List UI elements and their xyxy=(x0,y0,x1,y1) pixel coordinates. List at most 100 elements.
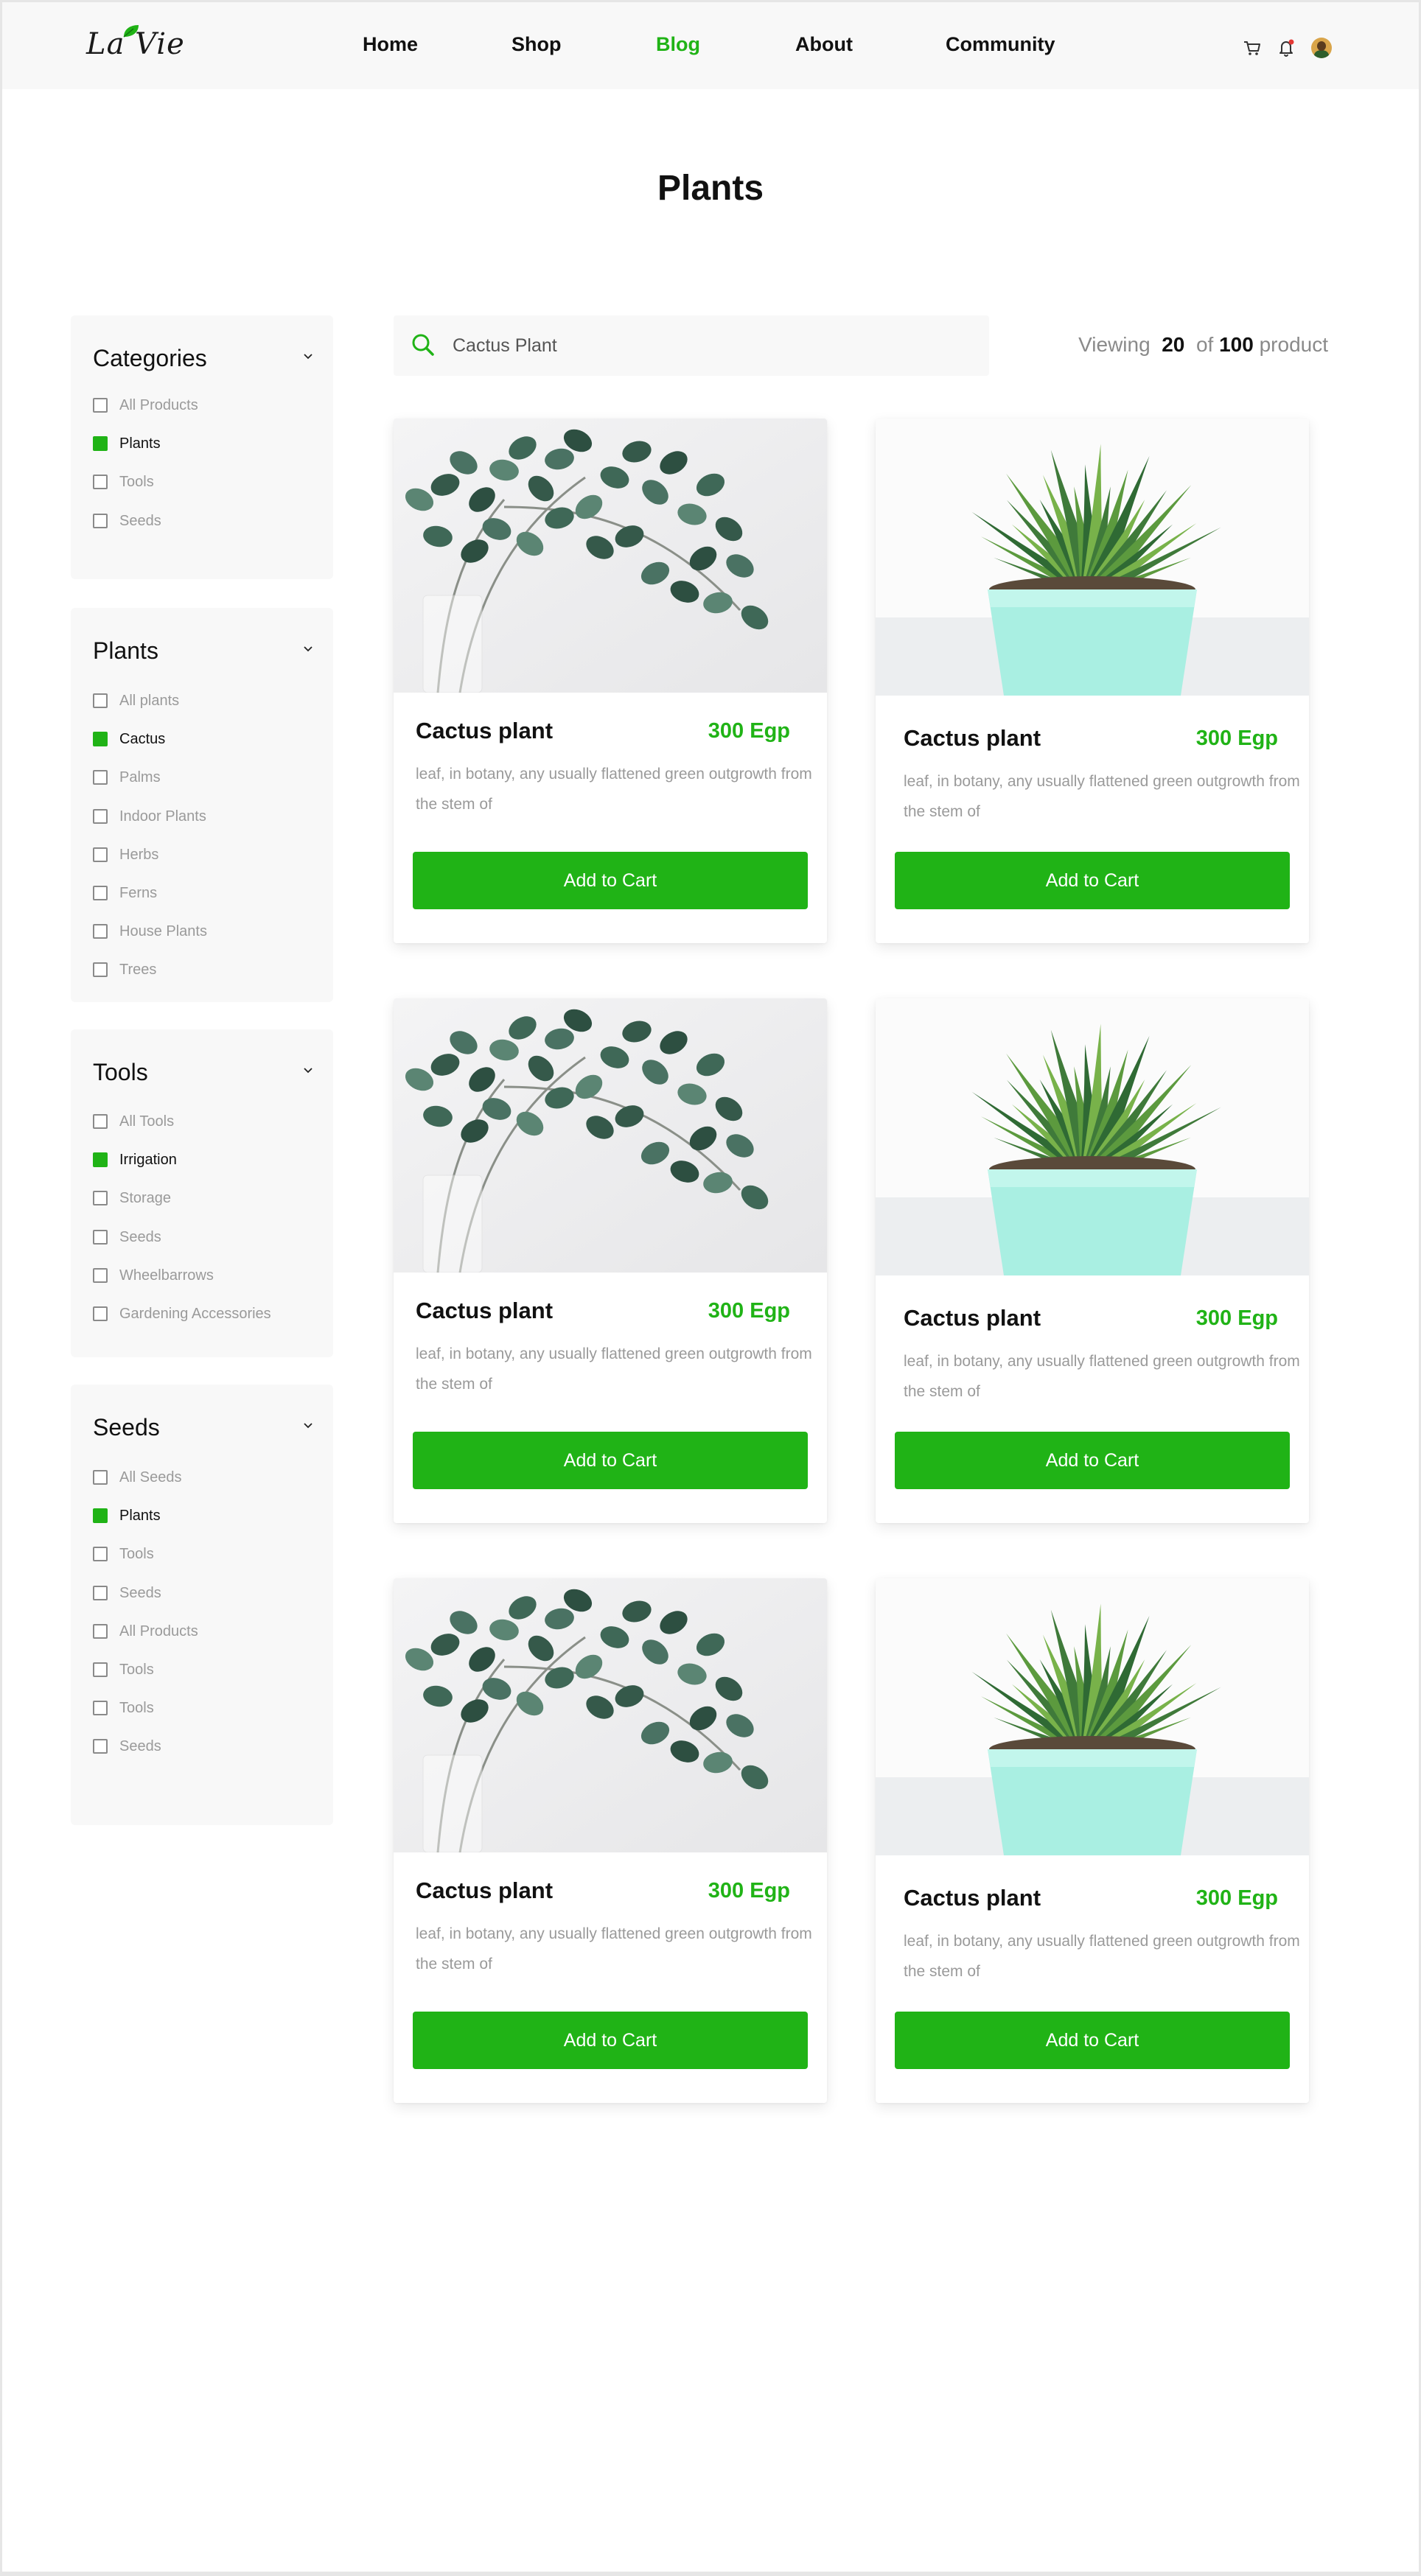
checkbox[interactable] xyxy=(93,1470,108,1485)
product-price: 300 Egp xyxy=(708,1299,790,1323)
product-card[interactable]: Cactus plant 300 Egp leaf, in botany, an… xyxy=(876,419,1309,943)
filter-option-label: Seeds xyxy=(119,1229,161,1245)
nav-shop[interactable]: Shop xyxy=(512,33,562,56)
product-description: leaf, in botany, any usually flattened g… xyxy=(904,1353,1300,1400)
product-name[interactable]: Cactus plant xyxy=(904,1885,1041,1911)
product-description: leaf, in botany, any usually flattened g… xyxy=(416,766,812,813)
filter-option-label: Herbs xyxy=(119,847,159,863)
filter-option-label: All Products xyxy=(119,397,198,413)
checkbox[interactable] xyxy=(93,1114,108,1129)
filter-option-label: Gardening Accessories xyxy=(119,1306,271,1322)
chevron-down-icon[interactable] xyxy=(302,1065,314,1077)
product-name[interactable]: Cactus plant xyxy=(416,1877,553,1904)
nav-community[interactable]: Community xyxy=(946,33,1055,56)
checkbox[interactable] xyxy=(93,514,108,528)
nav-home[interactable]: Home xyxy=(363,33,418,56)
filter-panel-title: Seeds xyxy=(93,1414,160,1441)
filter-option-label: Trees xyxy=(119,962,157,978)
add-to-cart-button[interactable]: Add to Cart xyxy=(413,2012,808,2069)
checkbox[interactable] xyxy=(93,1547,108,1561)
add-to-cart-button[interactable]: Add to Cart xyxy=(895,2012,1290,2069)
filter-option-label: Tools xyxy=(119,1662,154,1678)
add-to-cart-button[interactable]: Add to Cart xyxy=(413,1432,808,1489)
checkbox[interactable] xyxy=(93,770,108,785)
filter-panel-title: Tools xyxy=(93,1059,148,1085)
product-card[interactable]: Cactus plant 300 Egp leaf, in botany, an… xyxy=(394,998,827,1523)
search-input[interactable] xyxy=(453,327,968,364)
chevron-down-icon[interactable] xyxy=(302,351,314,363)
checkbox[interactable] xyxy=(93,1624,108,1639)
results-of: of xyxy=(1195,333,1214,356)
checkbox[interactable] xyxy=(93,398,108,413)
filter-option-label: Tools xyxy=(119,474,154,490)
product-name[interactable]: Cactus plant xyxy=(416,718,553,744)
product-description: leaf, in botany, any usually flattened g… xyxy=(904,773,1300,820)
product-image[interactable] xyxy=(394,419,827,693)
checkbox[interactable] xyxy=(93,1508,108,1523)
page-title: Plants xyxy=(657,169,764,208)
nav-about[interactable]: About xyxy=(795,33,853,56)
product-image[interactable] xyxy=(876,1578,1309,1855)
checkbox[interactable] xyxy=(93,693,108,708)
results-shown: 20 xyxy=(1162,333,1185,356)
filter-option-label: All Tools xyxy=(119,1113,175,1130)
checkbox[interactable] xyxy=(93,886,108,900)
results-count: Viewing 20 of 100 product xyxy=(1078,333,1328,357)
chevron-down-icon[interactable] xyxy=(302,1420,314,1432)
filter-option-label: Seeds xyxy=(119,1738,161,1754)
product-name[interactable]: Cactus plant xyxy=(904,725,1041,752)
filter-option-label: Cactus xyxy=(119,731,166,747)
checkbox[interactable] xyxy=(93,924,108,939)
filter-option-label: Indoor Plants xyxy=(119,808,206,825)
checkbox[interactable] xyxy=(93,962,108,977)
checkbox[interactable] xyxy=(93,732,108,746)
checkbox[interactable] xyxy=(93,436,108,451)
checkbox[interactable] xyxy=(93,1306,108,1321)
checkbox[interactable] xyxy=(93,1191,108,1205)
filter-panel-title: Categories xyxy=(93,345,207,371)
add-to-cart-button[interactable]: Add to Cart xyxy=(895,852,1290,909)
product-name[interactable]: Cactus plant xyxy=(416,1298,553,1324)
checkbox[interactable] xyxy=(93,1662,108,1677)
checkbox[interactable] xyxy=(93,1152,108,1167)
filter-option-label: Irrigation xyxy=(119,1152,177,1168)
filter-panel-plants: Plants All plants Cactus Palms Indoor Pl… xyxy=(71,608,333,1002)
product-price: 300 Egp xyxy=(1195,1886,1278,1910)
product-image[interactable] xyxy=(876,419,1309,696)
results-prefix: Viewing xyxy=(1078,333,1151,356)
product-card[interactable]: Cactus plant 300 Egp leaf, in botany, an… xyxy=(394,1578,827,2103)
filter-option-label: Wheelbarrows xyxy=(119,1267,214,1284)
product-card[interactable]: Cactus plant 300 Egp leaf, in botany, an… xyxy=(394,419,827,943)
filter-option-label: All Seeds xyxy=(119,1469,182,1485)
nav-blog[interactable]: Blog xyxy=(656,33,700,56)
chevron-down-icon[interactable] xyxy=(302,643,314,655)
add-to-cart-button[interactable]: Add to Cart xyxy=(413,852,808,909)
product-card[interactable]: Cactus plant 300 Egp leaf, in botany, an… xyxy=(876,1578,1309,2103)
add-to-cart-button[interactable]: Add to Cart xyxy=(895,1432,1290,1489)
product-price: 300 Egp xyxy=(708,719,790,743)
search-icon[interactable] xyxy=(410,332,436,358)
checkbox[interactable] xyxy=(93,1230,108,1245)
product-image[interactable] xyxy=(394,998,827,1273)
cart-icon[interactable] xyxy=(1242,38,1263,58)
checkbox[interactable] xyxy=(93,1701,108,1715)
top-header: La Vie Home Shop Blog About Community xyxy=(2,2,1419,89)
filter-option-label: Tools xyxy=(119,1700,154,1716)
checkbox[interactable] xyxy=(93,847,108,862)
product-image[interactable] xyxy=(876,998,1309,1275)
bell-icon[interactable] xyxy=(1276,38,1296,58)
checkbox[interactable] xyxy=(93,1268,108,1283)
filter-option-label: Tools xyxy=(119,1546,154,1562)
filter-panel-seeds: Seeds All Seeds Plants Tools Seeds All P… xyxy=(71,1385,333,1825)
filter-option-label: Storage xyxy=(119,1190,172,1206)
checkbox[interactable] xyxy=(93,1586,108,1600)
product-image[interactable] xyxy=(394,1578,827,1853)
checkbox[interactable] xyxy=(93,1739,108,1754)
product-name[interactable]: Cactus plant xyxy=(904,1305,1041,1331)
product-price: 300 Egp xyxy=(1195,727,1278,750)
avatar[interactable] xyxy=(1311,38,1332,58)
checkbox[interactable] xyxy=(93,475,108,489)
checkbox[interactable] xyxy=(93,809,108,824)
product-card[interactable]: Cactus plant 300 Egp leaf, in botany, an… xyxy=(876,998,1309,1523)
site-logo[interactable]: La Vie xyxy=(86,24,197,66)
